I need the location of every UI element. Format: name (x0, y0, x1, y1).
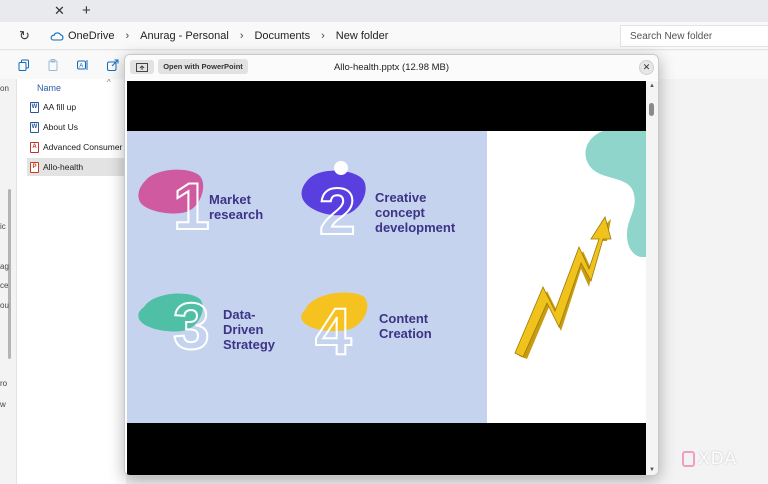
nav-item-fragment[interactable]: on (0, 84, 9, 93)
chevron-right-icon: › (239, 30, 244, 42)
rename-icon[interactable]: A (76, 58, 90, 72)
preview-scrollbar[interactable]: ▲ ▼ (646, 81, 658, 475)
preview-title-bar: Open with PowerPoint Allo-health.pptx (1… (125, 55, 658, 80)
nav-item-fragment[interactable]: ou (0, 301, 9, 310)
preview-content: 1 Market research 2 Creative concept dev… (127, 81, 646, 475)
title-bar: ✕ + (0, 0, 768, 22)
nav-item-fragment[interactable]: w (0, 400, 6, 409)
onedrive-cloud-icon (50, 31, 64, 41)
step-4-label: Content Creation (379, 311, 432, 341)
nav-item-fragment[interactable]: ro (0, 379, 7, 388)
chevron-right-icon: › (125, 30, 130, 42)
breadcrumb-onedrive[interactable]: OneDrive (68, 30, 114, 42)
scroll-up-icon[interactable]: ▲ (649, 83, 655, 89)
navigation-scrollbar[interactable] (8, 189, 11, 359)
word-file-icon: W (30, 121, 39, 133)
search-input[interactable]: Search New folder (620, 25, 768, 47)
close-tab-icon[interactable]: ✕ (54, 3, 65, 19)
breadcrumb: OneDrive › Anurag - Personal › Documents… (50, 22, 388, 50)
nav-item-fragment[interactable]: ag (0, 262, 9, 271)
preview-window: Open with PowerPoint Allo-health.pptx (1… (124, 54, 659, 476)
list-item[interactable]: A Advanced Consumer Behaviour (27, 138, 127, 156)
scroll-down-icon[interactable]: ▼ (649, 467, 655, 473)
close-preview-button[interactable]: ✕ (639, 60, 654, 75)
slide: 1 Market research 2 Creative concept dev… (127, 131, 646, 423)
copy-icon[interactable] (17, 58, 31, 72)
nav-item-fragment[interactable]: ic (0, 222, 6, 231)
step-3-number: 3 (172, 289, 211, 363)
paste-icon[interactable] (46, 58, 60, 72)
share-icon[interactable] (106, 58, 120, 72)
file-name: About Us (43, 122, 78, 132)
sort-ascending-icon: ^ (107, 78, 111, 87)
new-tab-button[interactable]: + (82, 2, 91, 19)
powerpoint-file-icon: P (30, 161, 39, 173)
file-name: Advanced Consumer Behaviour (43, 142, 127, 152)
file-name: AA fill up (43, 102, 77, 112)
refresh-icon[interactable]: ↻ (19, 28, 30, 44)
svg-text:A: A (79, 64, 83, 70)
address-bar: ↻ OneDrive › Anurag - Personal › Documen… (0, 22, 768, 50)
step-4-number: 4 (314, 294, 353, 368)
navigation-pane: on ic ag ce ou ro w (0, 79, 12, 484)
growth-arrow-icon (514, 216, 612, 359)
chevron-right-icon: › (321, 30, 325, 42)
step-2-number: 2 (318, 174, 357, 248)
xda-logo-icon (682, 451, 695, 467)
list-item[interactable]: W About Us (27, 118, 127, 136)
breadcrumb-anurag-personal[interactable]: Anurag - Personal (140, 30, 229, 42)
preview-file-title: Allo-health.pptx (12.98 MB) (333, 62, 450, 73)
breadcrumb-documents[interactable]: Documents (254, 30, 310, 42)
step-2-label: Creative concept development (375, 190, 456, 235)
file-list: ^ Name W AA fill up W About Us A Advance… (16, 78, 127, 484)
breadcrumb-new-folder[interactable]: New folder (336, 30, 389, 42)
step-1-number: 1 (172, 169, 211, 243)
xda-watermark-logo: XDA (682, 449, 737, 469)
word-file-icon: W (30, 101, 39, 113)
list-item[interactable]: W AA fill up (27, 98, 127, 116)
scrollbar-thumb[interactable] (649, 103, 654, 116)
file-name: Allo-health (43, 162, 84, 172)
column-header-name[interactable]: Name (37, 83, 61, 93)
list-item-selected[interactable]: P Allo-health (27, 158, 127, 176)
pdf-file-icon: A (30, 141, 39, 153)
step-2-dot (334, 161, 348, 175)
nav-item-fragment[interactable]: ce (0, 281, 8, 290)
